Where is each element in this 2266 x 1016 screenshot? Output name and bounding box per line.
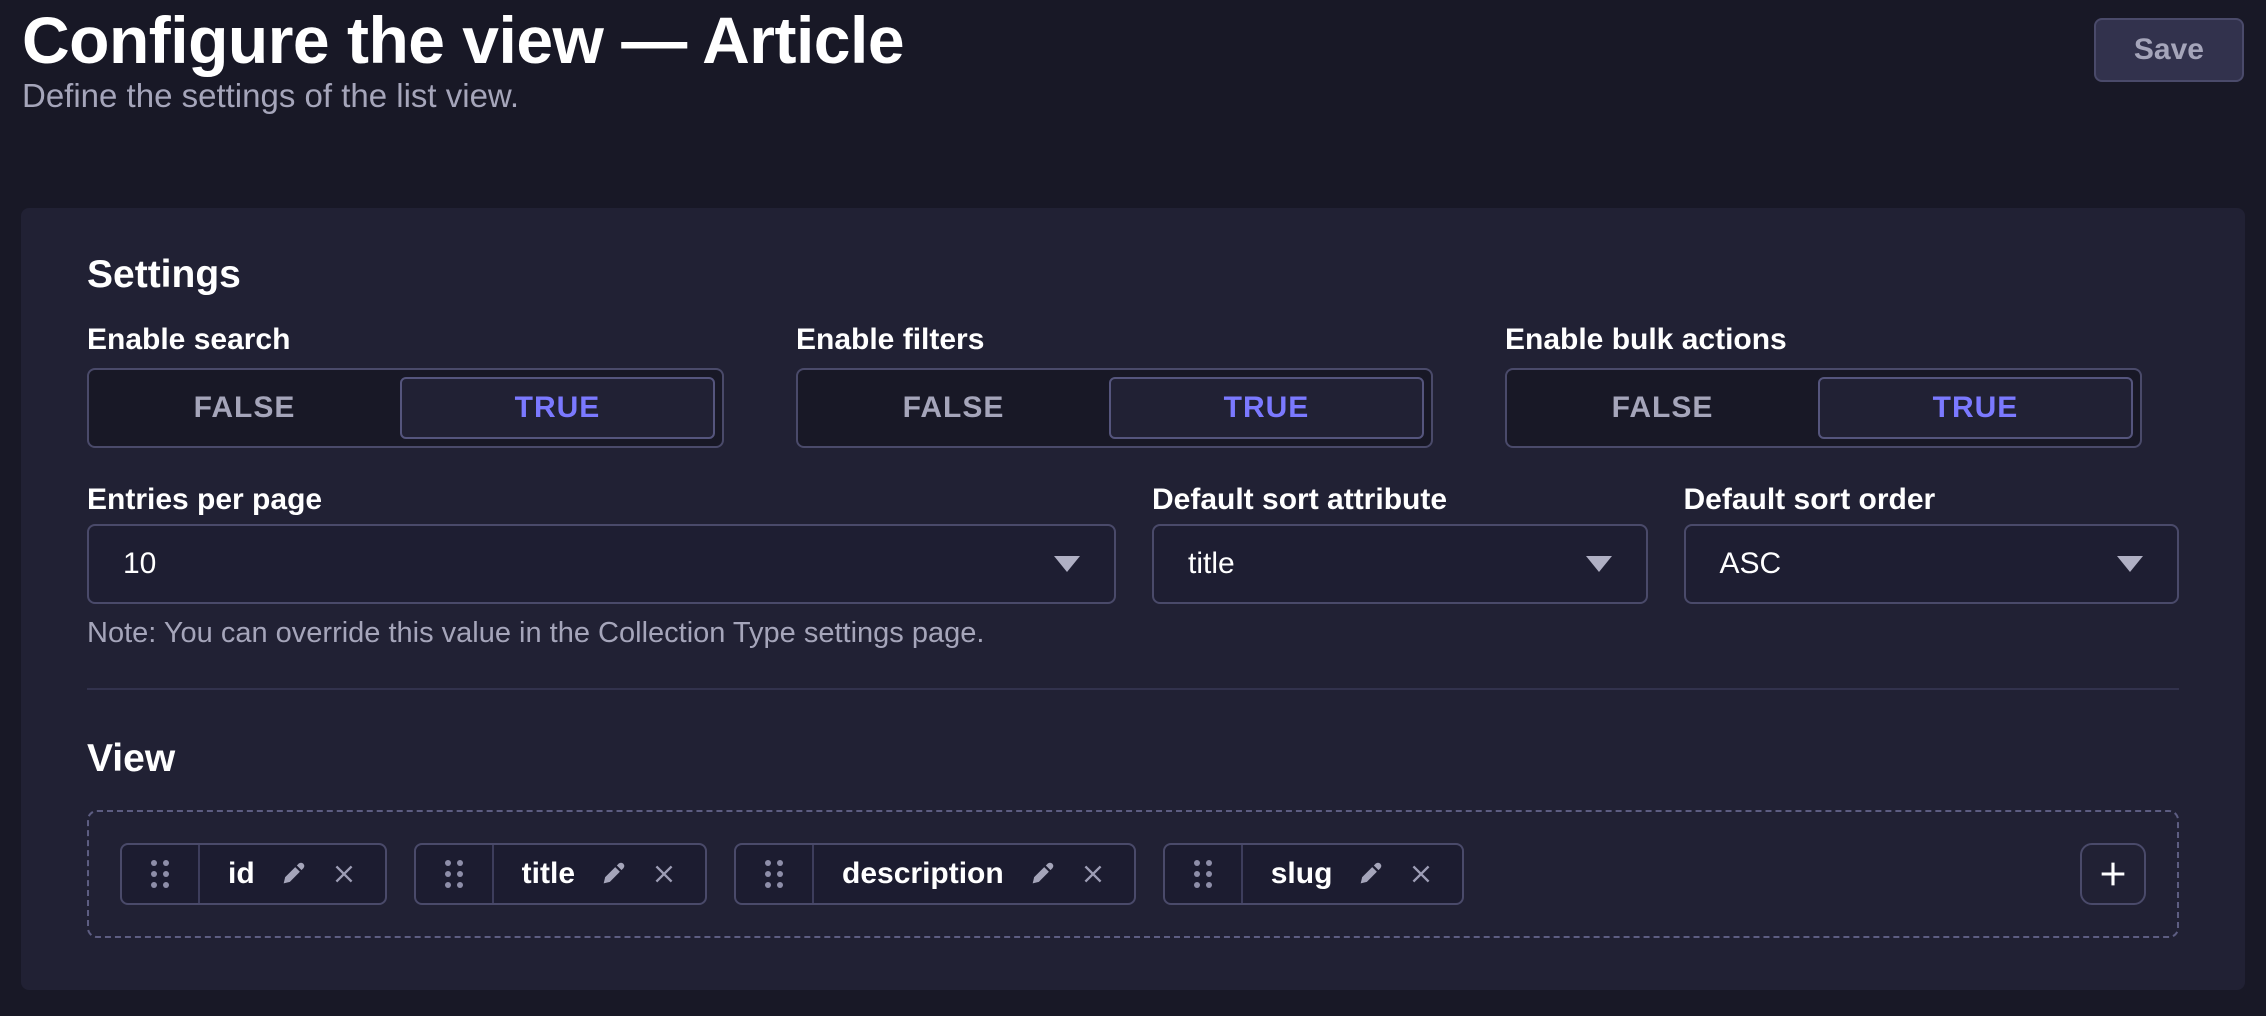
close-icon[interactable]: [651, 861, 677, 887]
default-sort-attribute-value: title: [1188, 547, 1235, 581]
enable-bulk-actions-true-option[interactable]: TRUE: [1818, 377, 2133, 439]
enable-filters-true-option[interactable]: TRUE: [1109, 377, 1424, 439]
pencil-icon[interactable]: [1028, 860, 1056, 888]
enable-filters-toggle: FALSE TRUE: [796, 368, 1433, 448]
page-header-text: Configure the view — Article Define the …: [22, 4, 904, 116]
page-title: Configure the view — Article: [22, 4, 904, 76]
pencil-icon[interactable]: [1356, 860, 1384, 888]
field-entries-per-page: Entries per page 10 Note: You can overri…: [87, 482, 1116, 650]
drag-handle-icon[interactable]: [736, 845, 814, 903]
save-button[interactable]: Save: [2094, 18, 2244, 82]
field-enable-search: Enable search FALSE TRUE: [87, 322, 724, 448]
enable-search-toggle: FALSE TRUE: [87, 368, 724, 448]
section-divider: [87, 688, 2179, 690]
field-chip-id: id: [120, 843, 387, 905]
enable-bulk-actions-toggle: FALSE TRUE: [1505, 368, 2142, 448]
field-chip-label: title: [522, 857, 575, 891]
entries-per-page-label: Entries per page: [87, 482, 1116, 518]
default-sort-attribute-select[interactable]: title: [1152, 524, 1648, 604]
pencil-icon[interactable]: [279, 860, 307, 888]
settings-section-heading: Settings: [87, 252, 2179, 298]
field-chip-label: id: [228, 857, 255, 891]
field-chip-title: title: [414, 843, 707, 905]
enable-bulk-actions-label: Enable bulk actions: [1505, 322, 2142, 358]
toggles-row: Enable search FALSE TRUE Enable filters …: [87, 322, 2179, 448]
enable-filters-label: Enable filters: [796, 322, 1433, 358]
entries-per-page-hint: Note: You can override this value in the…: [87, 616, 1116, 650]
page-subtitle: Define the settings of the list view.: [22, 76, 904, 116]
field-chip-label: slug: [1271, 857, 1333, 891]
page-header: Configure the view — Article Define the …: [0, 0, 2266, 116]
field-chip-slug: slug: [1163, 843, 1465, 905]
close-icon[interactable]: [331, 861, 357, 887]
drag-handle-icon[interactable]: [416, 845, 494, 903]
field-default-sort-attribute: Default sort attribute title: [1152, 482, 1648, 650]
field-chip-description: description: [734, 843, 1136, 905]
field-default-sort-order: Default sort order ASC: [1684, 482, 2180, 650]
chevron-down-icon: [2117, 556, 2143, 572]
field-enable-filters: Enable filters FALSE TRUE: [796, 322, 1433, 448]
drag-handle-icon[interactable]: [1165, 845, 1243, 903]
pencil-icon[interactable]: [599, 860, 627, 888]
default-sort-order-select[interactable]: ASC: [1684, 524, 2180, 604]
field-chips: id: [120, 843, 1464, 905]
enable-search-false-option[interactable]: FALSE: [89, 370, 400, 446]
enable-search-label: Enable search: [87, 322, 724, 358]
plus-icon: [2096, 857, 2130, 891]
view-fields-dropzone: id: [87, 810, 2179, 938]
selects-row: Entries per page 10 Note: You can overri…: [87, 482, 2179, 650]
field-chip-label: description: [842, 857, 1004, 891]
close-icon[interactable]: [1408, 861, 1434, 887]
enable-bulk-actions-false-option[interactable]: FALSE: [1507, 370, 1818, 446]
default-sort-order-value: ASC: [1720, 547, 1782, 581]
default-sort-order-label: Default sort order: [1684, 482, 2180, 518]
view-section-heading: View: [87, 736, 2179, 782]
enable-search-true-option[interactable]: TRUE: [400, 377, 715, 439]
settings-card: Settings Enable search FALSE TRUE Enable…: [21, 208, 2245, 990]
entries-per-page-select[interactable]: 10: [87, 524, 1116, 604]
enable-filters-false-option[interactable]: FALSE: [798, 370, 1109, 446]
close-icon[interactable]: [1080, 861, 1106, 887]
add-field-button[interactable]: [2080, 843, 2146, 905]
entries-per-page-value: 10: [123, 547, 156, 581]
field-enable-bulk-actions: Enable bulk actions FALSE TRUE: [1505, 322, 2142, 448]
default-sort-attribute-label: Default sort attribute: [1152, 482, 1648, 518]
drag-handle-icon[interactable]: [122, 845, 200, 903]
chevron-down-icon: [1054, 556, 1080, 572]
chevron-down-icon: [1586, 556, 1612, 572]
